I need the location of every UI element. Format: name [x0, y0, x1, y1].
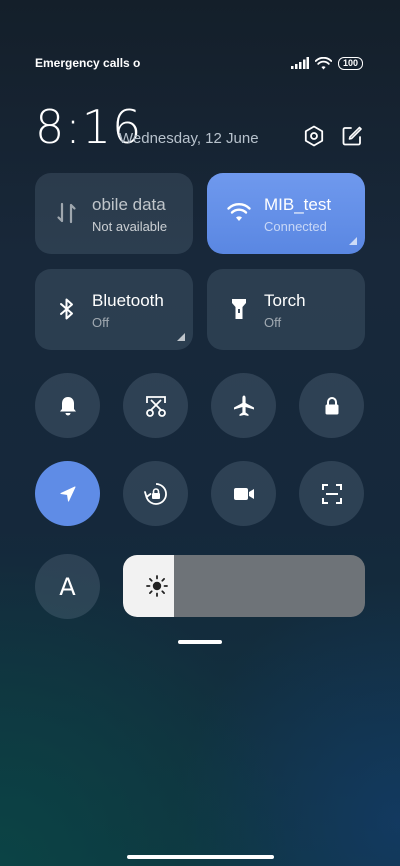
toggle-scanner[interactable]: [299, 461, 364, 526]
tile-torch[interactable]: Torch Off: [207, 269, 365, 350]
home-indicator[interactable]: [127, 855, 274, 859]
tile-status: Not available: [92, 219, 168, 234]
settings-hex-icon[interactable]: [302, 124, 326, 148]
bell-icon: [59, 396, 76, 415]
expand-corner-icon[interactable]: [177, 333, 185, 341]
torch-icon: [232, 299, 246, 319]
airplane-icon: [233, 395, 254, 416]
tile-label: Torch: [264, 291, 306, 310]
scissors-icon: [145, 395, 166, 417]
scan-icon: [321, 483, 342, 504]
tile-label: obile data: [92, 195, 166, 214]
tile-wifi[interactable]: MIB_test Connected: [207, 173, 365, 254]
sun-icon: [146, 575, 168, 597]
toggle-screenshot[interactable]: [123, 373, 188, 438]
expand-corner-icon[interactable]: [349, 237, 357, 245]
clock-date: Wednesday, 12 June: [119, 130, 259, 147]
toggle-location[interactable]: [35, 461, 100, 526]
tile-label: Bluetooth: [92, 291, 164, 310]
tile-mobile-data[interactable]: obile data Not available: [35, 173, 193, 254]
carrier-text: Emergency calls o: [35, 56, 141, 70]
auto-brightness-label: A: [59, 572, 76, 601]
rotation-lock-icon: [143, 482, 167, 505]
toggle-lock[interactable]: [299, 373, 364, 438]
battery-icon: 100: [337, 56, 363, 70]
location-arrow-icon: [60, 486, 75, 501]
tile-status: Off: [92, 315, 110, 330]
signal-icon: [290, 57, 309, 69]
edit-icon[interactable]: [340, 124, 364, 148]
video-camera-icon: [233, 487, 254, 500]
lock-icon: [325, 396, 338, 414]
brightness-slider[interactable]: [123, 555, 365, 617]
wifi-status-icon: [314, 56, 332, 70]
wifi-icon: [227, 203, 251, 221]
toggle-rotation-lock[interactable]: [123, 461, 188, 526]
tile-status: Off: [264, 315, 282, 330]
status-bar: Emergency calls o 100: [35, 52, 363, 74]
tile-label: MIB_test: [264, 195, 332, 214]
mobile-data-icon: [57, 202, 76, 224]
tile-bluetooth[interactable]: Bluetooth Off: [35, 269, 193, 350]
toggle-screen-recorder[interactable]: [211, 461, 276, 526]
auto-brightness-button[interactable]: A: [35, 554, 100, 619]
panel-drag-handle[interactable]: [178, 640, 222, 644]
bluetooth-icon: [60, 298, 73, 320]
status-icons: 100: [290, 56, 363, 70]
toggle-airplane[interactable]: [211, 373, 276, 438]
toggle-silent[interactable]: [35, 373, 100, 438]
tile-status: Connected: [264, 219, 327, 234]
